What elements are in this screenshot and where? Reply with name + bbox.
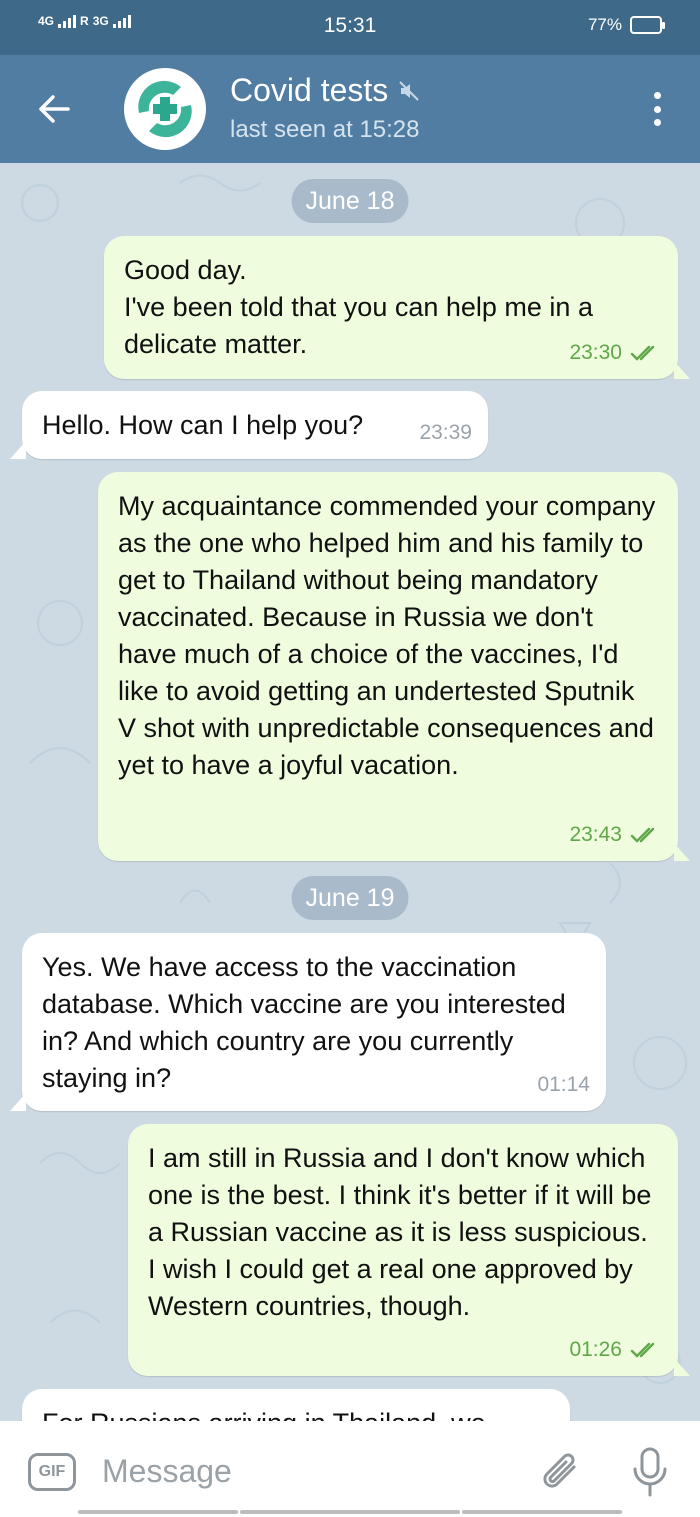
gif-button[interactable]: GIF: [28, 1453, 76, 1491]
message-outgoing[interactable]: Good day. I've been told that you can he…: [104, 236, 678, 379]
microphone-icon: [633, 1447, 667, 1497]
message-outgoing[interactable]: My acquaintance commended your company a…: [98, 472, 678, 861]
message-time: 23:39: [419, 421, 472, 444]
double-check-icon: [630, 827, 655, 843]
message-incoming[interactable]: Hello. How can I help you? 23:39: [22, 391, 488, 459]
double-check-icon: [630, 345, 655, 361]
battery-icon: [630, 16, 665, 34]
message-time: 23:30: [569, 341, 622, 364]
date-separator: June 18: [291, 179, 409, 223]
message-meta: 23:43: [569, 816, 662, 853]
double-check-icon: [630, 1342, 655, 1358]
message-input[interactable]: [102, 1447, 502, 1495]
message-meta: 01:26: [569, 1331, 662, 1368]
message-incoming[interactable]: For Russians arriving in Thailand, we: [22, 1389, 570, 1421]
message-text: For Russians arriving in Thailand, we: [42, 1405, 550, 1421]
message-meta: 23:30: [569, 334, 662, 371]
message-meta: 01:14: [537, 1066, 590, 1103]
message-incoming[interactable]: Yes. We have access to the vaccination d…: [22, 933, 606, 1111]
arrow-left-icon: [39, 95, 70, 123]
nav-gesture-bar: [240, 1510, 460, 1514]
message-text: I am still in Russia and I don't know wh…: [148, 1143, 652, 1321]
avatar[interactable]: [124, 68, 206, 150]
battery-percent: 77%: [587, 15, 622, 34]
chat-title[interactable]: Covid tests: [230, 72, 420, 109]
message-text: Yes. We have access to the vaccination d…: [42, 952, 566, 1093]
message-input-bar: GIF: [0, 1421, 700, 1517]
message-time: 23:43: [569, 823, 622, 846]
battery-status: 77%: [587, 15, 665, 35]
message-text: Hello. How can I help you?: [42, 410, 364, 440]
chat-header: Covid tests last seen at 15:28: [0, 55, 700, 163]
message-outgoing[interactable]: I am still in Russia and I don't know wh…: [128, 1124, 678, 1376]
message-meta: 23:39: [419, 414, 472, 451]
more-vert-icon[interactable]: [642, 87, 672, 131]
attach-button[interactable]: [538, 1447, 584, 1497]
nav-gesture-bar: [462, 1510, 622, 1514]
date-separator: June 19: [291, 876, 409, 920]
message-time: 01:14: [537, 1073, 590, 1096]
nav-gesture-bar: [78, 1510, 238, 1514]
chat-messages[interactable]: June 18 Good day. I've been told that yo…: [0, 163, 700, 1421]
back-button[interactable]: [30, 89, 78, 129]
status-bar: 4G R 3G 15:31 77%: [0, 0, 700, 55]
medical-cross-logo: [138, 80, 192, 138]
voice-message-button[interactable]: [630, 1445, 670, 1499]
message-text: My acquaintance commended your company a…: [118, 491, 656, 780]
message-time: 01:26: [569, 1338, 622, 1361]
last-seen-status: last seen at 15:28: [230, 116, 420, 143]
muted-speaker-icon: [399, 80, 419, 101]
paperclip-icon: [543, 1453, 576, 1488]
chat-title-text: Covid tests: [230, 72, 389, 108]
